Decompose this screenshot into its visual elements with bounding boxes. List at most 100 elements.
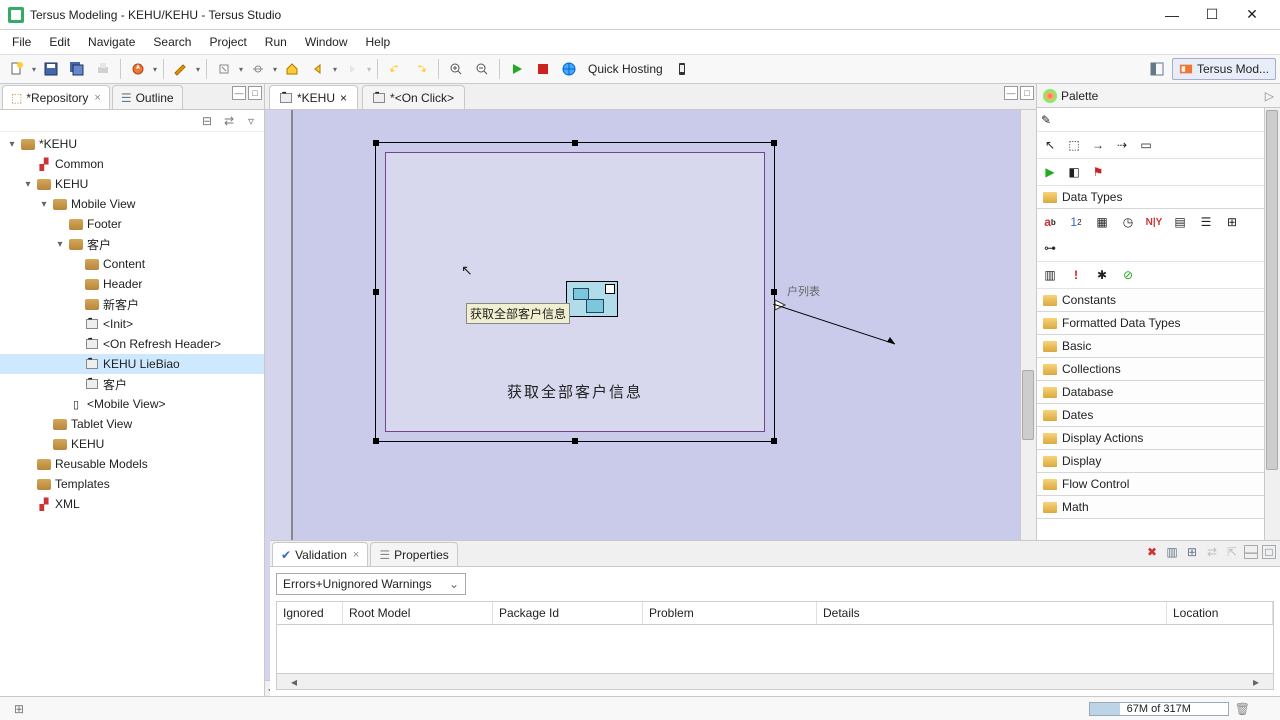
link-editor-icon[interactable]: ⇄	[220, 112, 238, 130]
maximize-button[interactable]: ☐	[1192, 1, 1232, 29]
minimize-editor-icon[interactable]: —	[1004, 86, 1018, 100]
col-location[interactable]: Location	[1167, 602, 1273, 625]
dashed-conn-tool-icon[interactable]: ⇢	[1113, 136, 1131, 154]
new-button[interactable]	[5, 58, 29, 80]
date-type-icon[interactable]: ▦	[1093, 213, 1111, 231]
editor-tab-kehu[interactable]: *KEHU×	[269, 85, 358, 109]
bool-type-icon[interactable]: N|Y	[1145, 213, 1163, 231]
status-icon[interactable]: ⊞	[7, 698, 31, 720]
drawer-database[interactable]: Database	[1037, 381, 1264, 404]
drawer-flow[interactable]: Flow Control	[1037, 473, 1264, 496]
close-tab-icon[interactable]: ×	[340, 91, 347, 105]
tab-properties[interactable]: ☰Properties	[370, 542, 457, 566]
drawer-math[interactable]: Math	[1037, 496, 1264, 519]
drawer-basic[interactable]: Basic	[1037, 335, 1264, 358]
editor-tab-onclick[interactable]: *<On Click>	[362, 85, 465, 109]
menu-navigate[interactable]: Navigate	[80, 32, 143, 52]
palette-wand-icon[interactable]: ✎	[1041, 113, 1051, 127]
null-type-icon[interactable]: ✱	[1093, 266, 1111, 284]
menu-window[interactable]: Window	[297, 32, 356, 52]
menu-help[interactable]: Help	[358, 32, 399, 52]
tab-repository[interactable]: ⬚*Repository×	[2, 85, 110, 109]
quick-hosting-label[interactable]: Quick Hosting	[588, 62, 663, 76]
close-tab-icon[interactable]: ×	[353, 549, 359, 561]
min-icon[interactable]: —	[1244, 545, 1258, 559]
launch-button[interactable]	[126, 58, 150, 80]
col-root[interactable]: Root Model	[343, 602, 493, 625]
open-perspective-button[interactable]	[1145, 58, 1169, 80]
flag-tool-icon[interactable]: ⚑	[1089, 163, 1107, 181]
max-icon[interactable]: □	[1262, 545, 1276, 559]
redo-nav-button[interactable]	[409, 58, 433, 80]
globe-icon[interactable]	[557, 58, 581, 80]
drawer-constants[interactable]: Constants	[1037, 289, 1264, 312]
out-port-icon[interactable]	[773, 298, 787, 315]
col-problem[interactable]: Problem	[643, 602, 817, 625]
forward-button[interactable]	[340, 58, 364, 80]
stop-button[interactable]	[531, 58, 555, 80]
nav1-icon[interactable]	[212, 58, 236, 80]
memory-bar[interactable]: 67M of 317M	[1089, 702, 1229, 716]
save-all-button[interactable]	[65, 58, 89, 80]
slot-tool-icon[interactable]: ◧	[1065, 163, 1083, 181]
save-button[interactable]	[39, 58, 63, 80]
export-icon[interactable]: ⇱	[1224, 544, 1240, 560]
run-button[interactable]	[505, 58, 529, 80]
tree-type-icon[interactable]: ☰	[1197, 213, 1215, 231]
close-tab-icon[interactable]: ×	[94, 92, 100, 104]
validate-icon[interactable]: ✖	[1144, 544, 1160, 560]
drawer-data-types[interactable]: Data Types	[1037, 186, 1264, 209]
perspective-tersus[interactable]: Tersus Mod...	[1172, 58, 1276, 80]
error-type-icon[interactable]: !	[1067, 266, 1085, 284]
filter-icon[interactable]: ▥	[1164, 544, 1180, 560]
zoom-in-button[interactable]	[444, 58, 468, 80]
number-type-icon[interactable]: 12	[1067, 213, 1085, 231]
run-tool-icon[interactable]: ▶	[1041, 163, 1059, 181]
drawer-display-actions[interactable]: Display Actions	[1037, 427, 1264, 450]
new-dropdown[interactable]: ▾	[30, 65, 38, 74]
maximize-view-icon[interactable]: □	[248, 86, 262, 100]
time-type-icon[interactable]: ◷	[1119, 213, 1137, 231]
link-type-icon[interactable]: ⊶	[1041, 239, 1059, 257]
annotation-button[interactable]	[169, 58, 193, 80]
home-button[interactable]	[280, 58, 304, 80]
minimize-view-icon[interactable]: —	[232, 86, 246, 100]
drawer-display[interactable]: Display	[1037, 450, 1264, 473]
note-tool-icon[interactable]: ▭	[1137, 136, 1155, 154]
drawer-dates[interactable]: Dates	[1037, 404, 1264, 427]
gc-icon[interactable]: 🗑	[1235, 702, 1250, 716]
undo-nav-button[interactable]	[383, 58, 407, 80]
table-hscroll[interactable]: ◂▸	[277, 673, 1273, 689]
drawer-formatted[interactable]: Formatted Data Types	[1037, 312, 1264, 335]
doc-type-icon[interactable]: ▥	[1041, 266, 1059, 284]
validation-table[interactable]: Ignored Root Model Package Id Problem De…	[276, 601, 1274, 690]
col-details[interactable]: Details	[817, 602, 1167, 625]
collapse-all-icon[interactable]: ⊟	[198, 112, 216, 130]
print-button[interactable]	[91, 58, 115, 80]
connection-tool-icon[interactable]: →	[1089, 136, 1107, 154]
maximize-editor-icon[interactable]: □	[1020, 86, 1034, 100]
tree-icon[interactable]: ⊞	[1184, 544, 1200, 560]
col-ignored[interactable]: Ignored	[277, 602, 343, 625]
menu-project[interactable]: Project	[201, 32, 254, 52]
selected-container[interactable]: 获取全部客户信息 获取全部客户信息 户列表	[375, 142, 775, 442]
device-icon[interactable]	[670, 58, 694, 80]
text-type-icon[interactable]: ab	[1041, 213, 1059, 231]
menu-search[interactable]: Search	[145, 32, 199, 52]
select-tool-icon[interactable]: ↖	[1041, 136, 1059, 154]
view-menu-icon[interactable]: ▿	[242, 112, 260, 130]
palette-collapse-icon[interactable]: ▷	[1265, 89, 1274, 103]
validation-filter-combo[interactable]: Errors+Unignored Warnings⌄	[276, 573, 466, 595]
sync-icon[interactable]: ⇄	[1204, 544, 1220, 560]
marquee-tool-icon[interactable]: ⬚	[1065, 136, 1083, 154]
empty-type-icon[interactable]: ⊘	[1119, 266, 1137, 284]
minimize-button[interactable]: —	[1152, 1, 1192, 29]
menu-edit[interactable]: Edit	[41, 32, 78, 52]
map-type-icon[interactable]: ⊞	[1223, 213, 1241, 231]
process-node[interactable]	[566, 281, 618, 317]
close-button[interactable]: ✕	[1232, 1, 1272, 29]
back-button[interactable]	[306, 58, 330, 80]
zoom-out-button[interactable]	[470, 58, 494, 80]
nav2-icon[interactable]	[246, 58, 270, 80]
repository-tree[interactable]: ▾*KEHU ▞Common ▾KEHU ▾Mobile View Footer…	[0, 132, 264, 696]
